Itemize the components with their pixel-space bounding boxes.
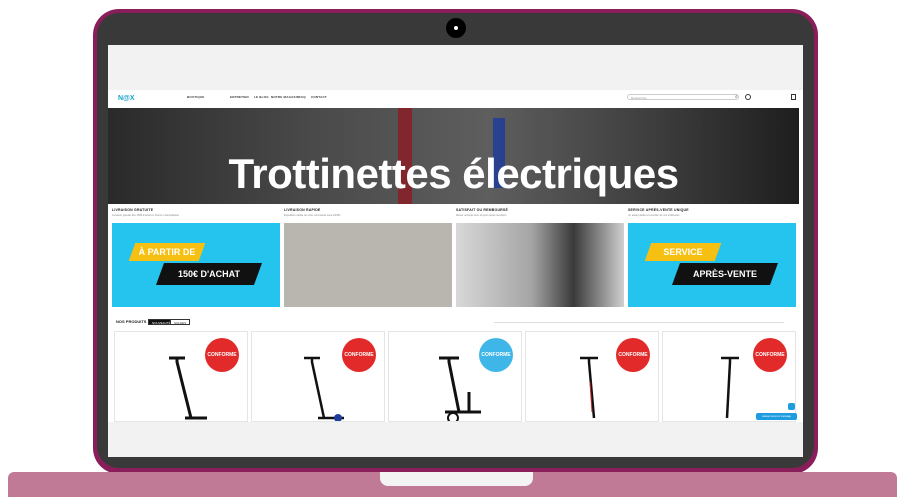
logo-text: N@X [118, 95, 135, 102]
search-input[interactable]: Rechercher... [627, 94, 739, 100]
laptop-screen: N@X BOUTIQUE ENTRETIEN LE BLOG NOTRE MAG… [108, 45, 803, 457]
promo-tag-bottom: 150€ D'ACHAT [155, 263, 263, 285]
feature-subtitle: Retour accepté sous 14 jours après récep… [456, 214, 507, 217]
product-card[interactable]: CONFORME [388, 331, 522, 422]
feature-fast-delivery: LIVRAISON RAPIDE Expédition rapide de vo… [284, 208, 452, 217]
feature-free-delivery: LIVRAISON GRATUITE Livraison gratuite dè… [112, 208, 280, 217]
feature-subtitle: Livraison gratuite dès 150€ d'achat en F… [112, 214, 180, 217]
nav-item-faq[interactable]: FAQ [299, 95, 306, 99]
scooter-image [721, 356, 739, 419]
hero-title: Trottinettes électriques [228, 150, 679, 197]
chat-button[interactable]: Laissez-nous un message [756, 413, 797, 420]
scooter-image [439, 356, 481, 421]
delivery-photo[interactable] [284, 223, 452, 307]
user-icon[interactable] [745, 94, 751, 100]
logo[interactable]: N@X [111, 93, 135, 102]
product-card[interactable]: CONFORME [662, 331, 796, 422]
nav-item-entretien[interactable]: ENTRETIEN [230, 95, 249, 99]
feature-title: LIVRAISON RAPIDE [284, 208, 321, 212]
laptop-notch [380, 472, 533, 486]
feature-refund: SATISFAIT OU REMBOURSÉ Retour accepté so… [456, 208, 624, 217]
scooter-image [304, 356, 344, 421]
feature-title: LIVRAISON GRATUITE [112, 208, 154, 212]
product-card[interactable]: CONFORME [251, 331, 385, 422]
scooter-image [580, 356, 598, 419]
search-icon[interactable]: ⌕ [735, 94, 738, 100]
feature-subtitle: Un atelier dédié à l'entretien de vos tr… [628, 214, 680, 217]
top-navigation: N@X BOUTIQUE ENTRETIEN LE BLOG NOTRE MAG… [108, 90, 803, 106]
product-card[interactable]: CONFORME [525, 331, 659, 422]
chat-icon[interactable] [788, 403, 795, 410]
helmet-photo[interactable] [456, 223, 624, 307]
hero-banner: Trottinettes électriques [108, 108, 799, 204]
section-divider [494, 322, 784, 323]
webcam-icon [446, 18, 466, 38]
website: N@X BOUTIQUE ENTRETIEN LE BLOG NOTRE MAG… [108, 90, 803, 422]
nav-item-contact[interactable]: CONTACT [311, 95, 327, 99]
tab-sale[interactable]: SOLDES [170, 319, 191, 325]
nav-item-magasin[interactable]: NOTRE MAGASIN [271, 95, 299, 99]
product-card[interactable]: CONFORME [114, 331, 248, 422]
nav-item-blog[interactable]: LE BLOG [254, 95, 269, 99]
section-title: NOS PRODUITS [116, 319, 147, 324]
feature-title: SERVICE APRÈS-VENTE UNIQUE [628, 208, 689, 212]
promo-free-delivery[interactable]: À PARTIR DE 150€ D'ACHAT [112, 223, 280, 307]
promo-tag-top: SERVICE [644, 243, 722, 261]
promo-after-sales[interactable]: SERVICE APRÈS-VENTE [628, 223, 796, 307]
feature-title: SATISFAIT OU REMBOURSÉ [456, 208, 508, 212]
feature-after-sales: SERVICE APRÈS-VENTE UNIQUE Un atelier dé… [628, 208, 796, 217]
promo-tag-bottom: APRÈS-VENTE [671, 263, 779, 285]
promo-tag-top: À PARTIR DE [128, 243, 206, 261]
cart-icon[interactable] [791, 94, 796, 100]
nav-item-boutique[interactable]: BOUTIQUE [187, 95, 204, 99]
scooter-image [169, 356, 207, 420]
feature-subtitle: Expédition rapide de votre commande sous… [284, 214, 341, 217]
